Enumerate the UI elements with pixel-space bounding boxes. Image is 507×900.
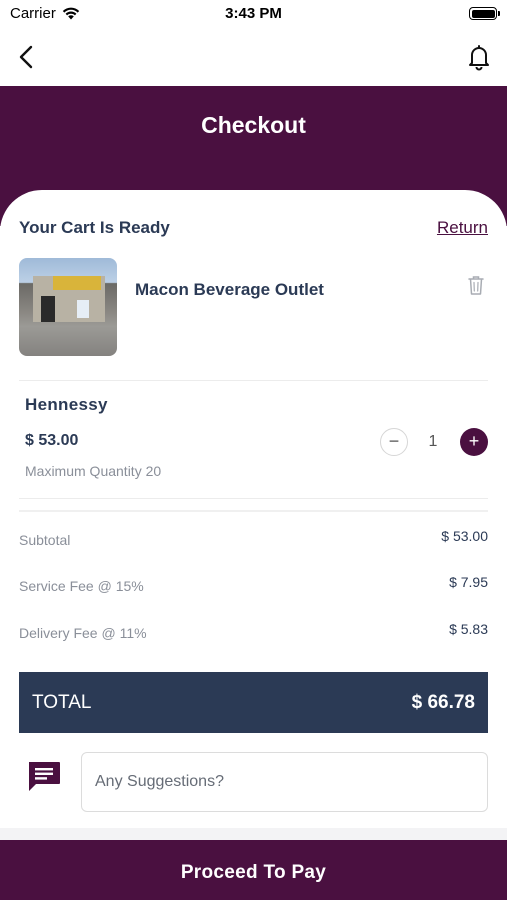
bottom-divider <box>0 828 507 840</box>
divider <box>19 510 488 512</box>
delivery-fee-value: $ 5.83 <box>449 621 488 637</box>
suggestions-input[interactable] <box>81 752 488 812</box>
cart-heading-row: Your Cart Is Ready Return <box>19 218 488 242</box>
total-label: TOTAL <box>32 692 92 713</box>
status-bar: Carrier 3:43 PM <box>0 0 507 28</box>
service-fee-label: Service Fee @ 15% <box>19 578 144 594</box>
item-max-quantity: Maximum Quantity 20 <box>25 463 162 479</box>
quantity-stepper: − 1 + <box>380 428 488 458</box>
message-icon <box>29 762 60 791</box>
store-row: Macon Beverage Outlet <box>19 258 488 358</box>
page-title: Checkout <box>201 112 306 138</box>
store-image <box>19 258 117 356</box>
service-fee-value: $ 7.95 <box>449 574 488 590</box>
return-link[interactable]: Return <box>437 218 488 238</box>
nav-bar <box>0 28 507 86</box>
trash-icon[interactable] <box>466 274 486 296</box>
service-fee-row: Service Fee @ 15% $ 7.95 <box>19 574 488 596</box>
total-bar: TOTAL $ 66.78 <box>19 672 488 733</box>
delivery-fee-row: Delivery Fee @ 11% $ 5.83 <box>19 621 488 643</box>
cart-heading: Your Cart Is Ready <box>19 218 170 237</box>
status-time: 3:43 PM <box>225 5 282 22</box>
chevron-left-icon[interactable] <box>14 42 42 72</box>
increase-quantity-button[interactable]: + <box>460 428 488 456</box>
cart-item: Hennessy $ 53.00 Maximum Quantity 20 − 1… <box>25 395 488 485</box>
cart-card: Your Cart Is Ready Return Macon Beverage… <box>0 190 507 840</box>
quantity-value: 1 <box>428 433 438 450</box>
subtotal-value: $ 53.00 <box>441 528 488 544</box>
bell-icon[interactable] <box>465 42 493 72</box>
store-name: Macon Beverage Outlet <box>135 280 324 299</box>
item-price: $ 53.00 <box>25 432 79 449</box>
proceed-to-pay-button[interactable]: Proceed To Pay <box>0 840 507 900</box>
delivery-fee-label: Delivery Fee @ 11% <box>19 625 147 641</box>
item-name: Hennessy <box>25 395 108 414</box>
subtotal-label: Subtotal <box>19 532 71 548</box>
subtotal-row: Subtotal $ 53.00 <box>19 528 488 550</box>
total-value: $ 66.78 <box>411 692 475 713</box>
divider <box>19 498 488 499</box>
battery-icon <box>469 7 500 20</box>
decrease-quantity-button[interactable]: − <box>380 428 408 456</box>
divider <box>19 380 488 381</box>
